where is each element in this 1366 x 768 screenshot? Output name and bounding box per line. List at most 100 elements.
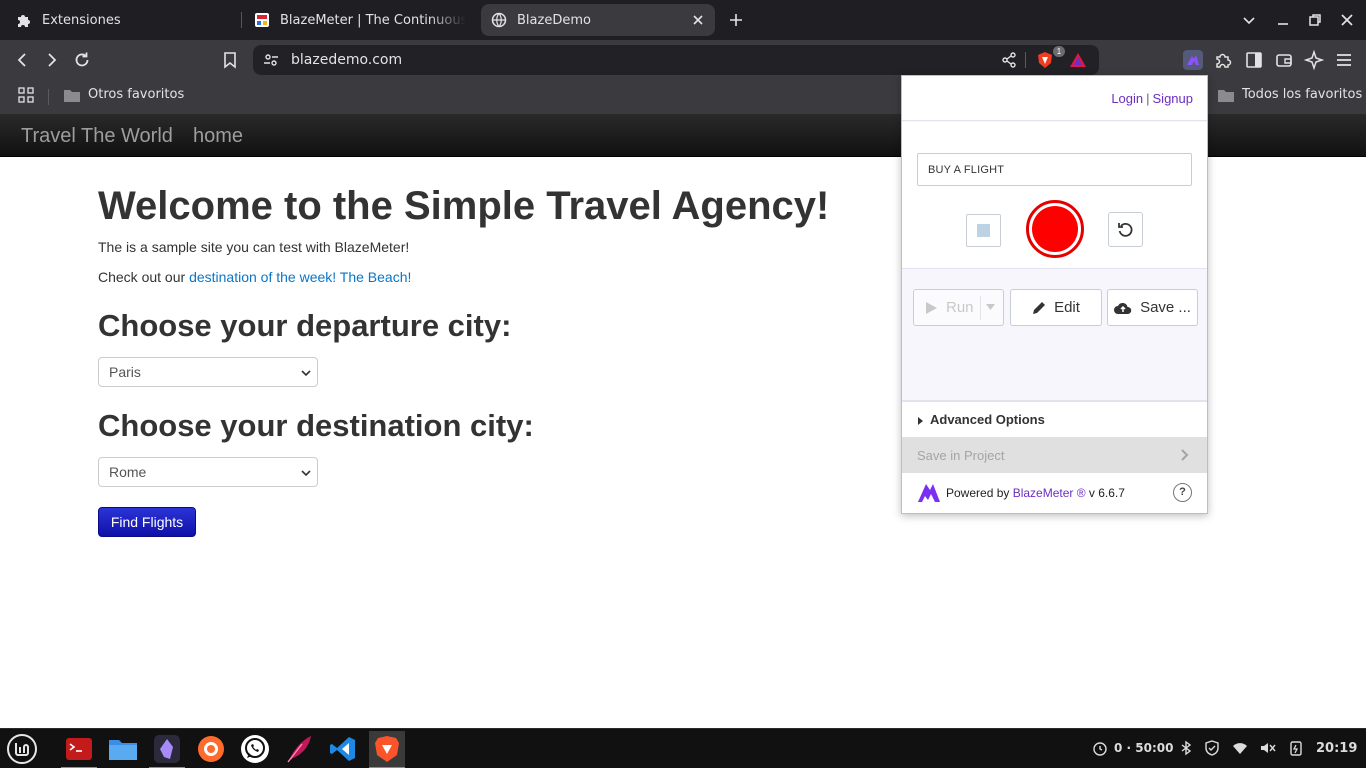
minimize-icon[interactable] [1275, 12, 1291, 28]
record-button[interactable] [1026, 200, 1084, 258]
puzzle-icon [18, 15, 30, 27]
save-label: Save ... [1140, 299, 1191, 316]
battery-charging-icon[interactable] [1289, 740, 1305, 756]
bookmark-folder-label: Todos los favoritos [1242, 87, 1363, 102]
promo-text: Check out our destination of the week! T… [98, 269, 411, 285]
save-in-project-row[interactable]: Save in Project [902, 437, 1207, 473]
folder-icon [64, 89, 80, 102]
caret-down-icon[interactable] [986, 304, 995, 310]
login-link[interactable]: Login [1111, 91, 1143, 106]
site-info-icon[interactable] [262, 51, 280, 69]
brave-rewards-icon[interactable] [1069, 51, 1087, 69]
apps-grid-icon[interactable] [18, 87, 34, 103]
obsidian-app[interactable] [149, 731, 185, 768]
mint-menu-button[interactable] [4, 731, 40, 767]
obsidian-icon [154, 735, 180, 763]
intro-text: The is a sample site you can test with B… [98, 239, 410, 255]
wifi-icon[interactable] [1232, 740, 1248, 756]
reload-icon[interactable] [72, 50, 92, 70]
omnibox-divider [1025, 52, 1026, 68]
close-window-icon[interactable] [1339, 12, 1355, 28]
files-app[interactable] [105, 731, 141, 767]
blazemeter-favicon [255, 13, 269, 27]
bookmark-folder-all[interactable]: Todos los favoritos [1218, 87, 1362, 102]
bluetooth-icon[interactable] [1178, 740, 1194, 756]
test-name-input[interactable]: BUY A FLIGHT [917, 153, 1192, 186]
chevron-down-icon [301, 370, 311, 377]
volume-muted-icon[interactable] [1260, 740, 1276, 756]
new-tab-icon[interactable] [728, 12, 744, 28]
tab-extensions[interactable]: Extensiones [6, 4, 240, 36]
brave-shields-icon[interactable] [1036, 51, 1054, 69]
version-text: v 6.6.7 [1085, 486, 1125, 500]
files-icon [109, 740, 137, 760]
advanced-options-toggle[interactable]: Advanced Options [902, 400, 1207, 437]
destination-value: Rome [109, 464, 147, 480]
run-label: Run [946, 299, 974, 316]
globe-icon [491, 12, 507, 28]
caret-right-icon [918, 417, 923, 425]
departure-value: Paris [109, 364, 141, 380]
run-divider [980, 296, 981, 320]
sidebar-icon[interactable] [1244, 50, 1264, 70]
forward-icon[interactable] [42, 50, 62, 70]
shield-count-badge: 1 [1053, 46, 1065, 57]
play-icon [926, 301, 937, 314]
recorder-panel: BUY A FLIGHT [902, 122, 1207, 269]
blazemeter-extension-icon[interactable] [1183, 50, 1203, 70]
feather-app[interactable] [281, 731, 317, 767]
popup-footer: Powered by BlazeMeter ® v 6.6.7 ? [902, 473, 1207, 513]
advanced-options-label: Advanced Options [930, 412, 1045, 427]
firefox-app[interactable] [193, 731, 229, 767]
whatsapp-app[interactable] [237, 731, 273, 767]
menu-icon[interactable] [1334, 50, 1354, 70]
stop-button[interactable] [966, 214, 1001, 247]
destination-select[interactable]: Rome [98, 457, 318, 487]
find-flights-button[interactable]: Find Flights [98, 507, 196, 537]
back-icon[interactable] [12, 50, 32, 70]
vscode-icon [330, 737, 355, 761]
address-bar[interactable]: blazedemo.com 1 [253, 45, 1099, 75]
browser-tab-strip: Extensiones BlazeMeter | The Continuous … [0, 0, 1366, 40]
alarm-clock-icon[interactable] [1092, 740, 1108, 756]
run-button[interactable]: Run [913, 289, 1004, 326]
restore-icon[interactable] [1307, 12, 1323, 28]
edit-button[interactable]: Edit [1010, 289, 1102, 326]
cloud-upload-icon [1114, 302, 1132, 314]
shield-icon[interactable] [1204, 740, 1220, 756]
site-brand-link[interactable]: Travel The World [21, 125, 173, 148]
chevron-down-icon [301, 470, 311, 477]
vscode-app[interactable] [325, 731, 361, 767]
tab-blazemeter[interactable]: BlazeMeter | The Continuous Tes [244, 4, 476, 36]
feather-icon [287, 736, 311, 763]
destination-of-week-link[interactable]: destination of the week! The Beach! [189, 269, 411, 285]
destination-heading: Choose your destination city: [98, 408, 534, 443]
save-button[interactable]: Save ... [1107, 289, 1198, 326]
tab-title: Extensiones [42, 12, 121, 28]
share-icon[interactable] [1000, 51, 1018, 69]
stop-icon [977, 224, 990, 237]
brave-app[interactable] [369, 731, 405, 768]
popup-header: Login | Signup [902, 76, 1207, 121]
edit-label: Edit [1054, 299, 1080, 316]
extensions-puzzle-icon[interactable] [1214, 50, 1234, 70]
leo-ai-icon[interactable] [1304, 50, 1324, 70]
home-link[interactable]: home [193, 125, 243, 148]
reset-button[interactable] [1108, 212, 1143, 247]
help-button[interactable]: ? [1173, 483, 1192, 502]
blazemeter-link[interactable]: BlazeMeter ® [1013, 486, 1086, 500]
firefox-icon [198, 736, 224, 762]
departure-select[interactable]: Paris [98, 357, 318, 387]
signup-link[interactable]: Signup [1153, 91, 1193, 106]
wallet-icon[interactable] [1274, 50, 1294, 70]
mint-menu-icon [7, 734, 37, 764]
bookmark-icon[interactable] [220, 50, 240, 70]
os-taskbar: 0 · 50:00 20:19 [0, 728, 1366, 768]
close-tab-icon[interactable] [691, 13, 705, 27]
blazemeter-popup: Login | Signup BUY A FLIGHT Run Edit Save … [901, 75, 1208, 514]
timer-text: 0 · 50:00 [1114, 741, 1174, 755]
tab-search-chevron-icon[interactable] [1241, 12, 1257, 28]
tab-blazedemo[interactable]: BlazeDemo [481, 4, 715, 36]
bookmark-folder-other[interactable]: Otros favoritos [64, 87, 184, 102]
terminal-app[interactable] [61, 731, 97, 768]
